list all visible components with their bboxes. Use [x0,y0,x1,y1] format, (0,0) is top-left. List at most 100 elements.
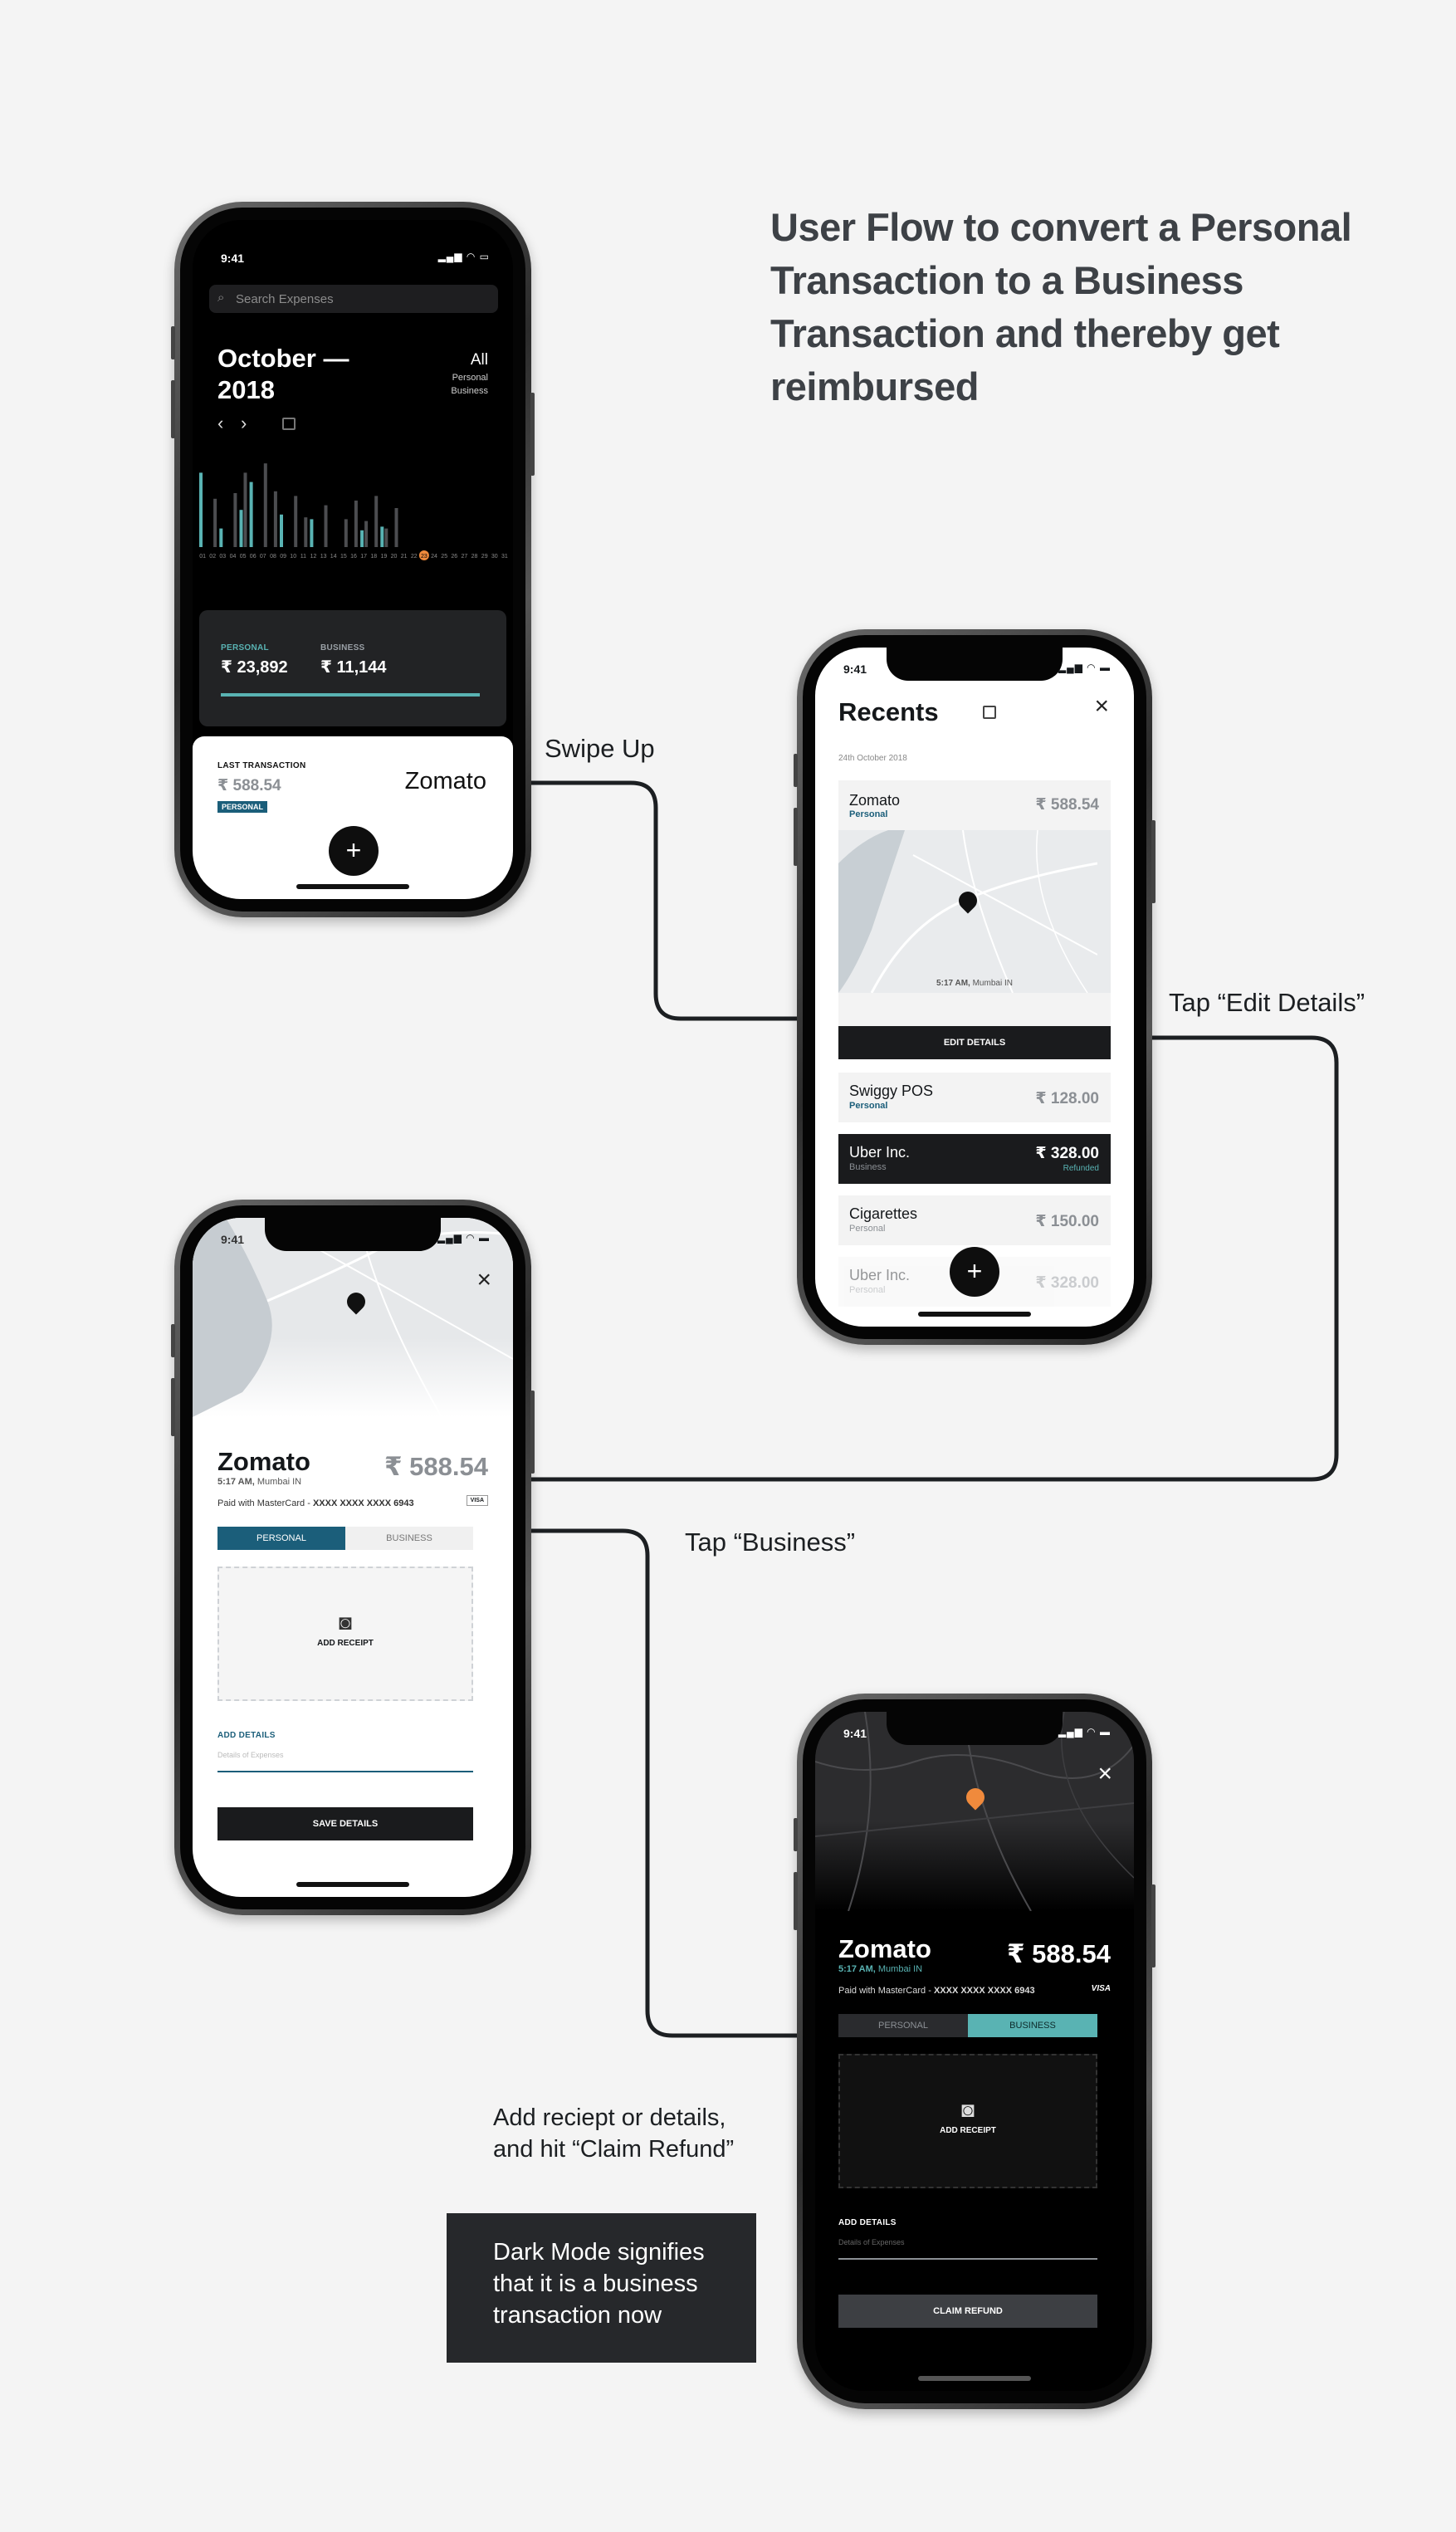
status-icons: ▂▄▆ ◠ ▬ [1058,1726,1111,1738]
map-view[interactable]: 5:17 AM, Mumbai IN [838,830,1111,993]
chart-tick-label[interactable]: 20 [391,554,398,560]
filter-all[interactable]: All [451,351,488,369]
chart-tick-label[interactable]: 11 [300,554,306,560]
connector-tap-business [528,1528,800,2038]
chart-tick-label[interactable]: 18 [370,554,377,560]
visa-icon: VISA [1091,1984,1111,1993]
label-tap-business: Tap “Business” [685,1528,856,1557]
search-bar[interactable]: ⌕ Search Expenses [209,285,498,313]
chart-tick-label[interactable]: 31 [501,554,508,560]
chevron-left-icon[interactable]: ‹ [217,413,223,434]
chart-tick-label[interactable]: 15 [340,554,347,560]
chart-bar-business [304,517,308,547]
row-merchant: Cigarettes [849,1205,918,1222]
transaction-row[interactable]: Cigarettes Personal ₹ 150.00 [838,1195,1111,1245]
status-time: 9:41 [843,1727,867,1740]
personal-label: PERSONAL [221,643,269,653]
close-icon[interactable]: × [1097,1762,1112,1787]
chart-bar-personal [360,530,364,547]
chart-tick-label[interactable]: 21 [401,554,408,560]
edit-details-button[interactable]: EDIT DETAILS [838,1026,1111,1059]
featured-transaction-card[interactable]: Zomato Personal ₹ 588.54 5:17 AM, Mumbai… [838,780,1111,1059]
chart-tick-label[interactable]: 25 [441,554,447,560]
personal-amount: ₹ 23,892 [221,658,288,677]
row-type: Business [849,1162,887,1172]
last-transaction-card[interactable]: LAST TRANSACTION ₹ 588.54 PERSONAL Zomat… [193,736,513,899]
row-merchant: Uber Inc. [849,1267,911,1283]
recents-date: 24th October 2018 [838,754,907,763]
chart-tick-label[interactable]: 26 [451,554,457,560]
status-time: 9:41 [221,1233,245,1246]
chart-bar-business [243,472,247,547]
business-label: BUSINESS [320,643,365,653]
filter-business[interactable]: Business [451,386,488,396]
type-filter[interactable]: All Personal Business [451,351,488,396]
chart-tick-label[interactable]: 28 [471,554,478,560]
chart-tick-label[interactable]: 16 [350,554,357,560]
details-input[interactable]: Details of Expenses [217,1751,473,1772]
last-transaction-amount: ₹ 588.54 [217,777,281,794]
phone-edit-dark: 9:41 ▂▄▆ ◠ ▬ × Zomato ₹ 588.54 5:17 AM, … [794,1694,1156,2409]
row-merchant: Uber Inc. [849,1144,911,1161]
label-tap-edit: Tap “Edit Details” [1169,988,1366,1017]
recents-title: Recents [838,697,939,726]
chart-bar-personal [380,526,384,547]
chart-tick-label[interactable]: 13 [320,554,327,560]
chart-bar-personal [199,472,203,547]
split-fill [221,693,480,697]
chart-bar-business [213,498,217,547]
chart-tick-label[interactable]: 29 [481,554,488,560]
chart-bar-business [394,508,398,547]
transaction-row[interactable]: Swiggy POS Personal ₹ 128.00 [838,1073,1111,1122]
home-indicator [918,1312,1031,1317]
chart-tick-label[interactable]: 19 [381,554,388,560]
chart-tick-label[interactable]: 01 [199,554,206,560]
tab-personal[interactable]: PERSONAL [838,2014,968,2037]
claim-refund-button[interactable]: CLAIM REFUND [838,2295,1097,2328]
chart-bar-business [324,505,328,547]
add-receipt-area[interactable]: ◙ ADD RECEIPT [838,2054,1097,2188]
add-receipt-area[interactable]: ◙ ADD RECEIPT [217,1567,473,1701]
close-icon[interactable]: × [476,1268,491,1293]
chart-tick-label[interactable]: 08 [270,554,276,560]
status-icons: ▂▄▆ ◠ ▬ [437,1232,490,1244]
chart-tick-label[interactable]: 24 [431,554,437,560]
tab-personal[interactable]: PERSONAL [217,1527,345,1550]
add-expense-button[interactable]: + [950,1247,999,1297]
phone-dashboard: 9:41 ▂▄▆ ◠ ▭ ⌕ Search Expenses October —… [171,202,535,917]
chart-tick-label[interactable]: 09 [280,554,286,560]
chart-tick-label[interactable]: 07 [260,554,266,560]
add-receipt-label: ADD RECEIPT [317,1639,374,1648]
transaction-row[interactable]: Uber Inc. Business ₹ 328.00 Refunded [838,1134,1111,1184]
chart-tick-label[interactable]: 03 [219,554,226,560]
chart-tick-label[interactable]: 27 [462,554,468,560]
details-input[interactable]: Details of Expenses [838,2238,1097,2260]
last-transaction-merchant: Zomato [404,768,486,794]
connector-swipe-up [528,780,800,1021]
calendar-icon[interactable] [983,706,996,719]
chart-tick-label[interactable]: 06 [250,554,257,560]
add-details-label: ADD DETAILS [838,2218,897,2227]
save-details-button[interactable]: SAVE DETAILS [217,1807,473,1840]
chart-tick-label[interactable]: 14 [330,554,337,560]
chart-tick-label[interactable]: 23 [421,554,428,560]
chevron-right-icon[interactable]: › [241,413,247,434]
chart-tick-label[interactable]: 22 [411,554,418,560]
chart-tick-label[interactable]: 05 [240,554,247,560]
add-expense-button[interactable]: + [329,826,379,876]
chart-tick-label[interactable]: 30 [491,554,498,560]
status-icons: ▂▄▆ ◠ ▭ [437,251,490,262]
row-type: Personal [849,1285,886,1295]
close-icon[interactable]: × [1094,694,1109,719]
chart-tick-label[interactable]: 04 [230,554,237,560]
chart-tick-label[interactable]: 02 [209,554,216,560]
tab-business[interactable]: BUSINESS [345,1527,473,1550]
chart-tick-label[interactable]: 17 [360,554,367,560]
calendar-icon[interactable] [282,418,296,430]
chart-tick-label[interactable]: 10 [290,554,296,560]
merchant-name: Zomato [838,1934,931,1963]
tab-business[interactable]: BUSINESS [968,2014,1097,2037]
chart-tick-label[interactable]: 12 [310,554,317,560]
featured-amount: ₹ 588.54 [1035,796,1099,814]
filter-personal[interactable]: Personal [451,373,488,383]
